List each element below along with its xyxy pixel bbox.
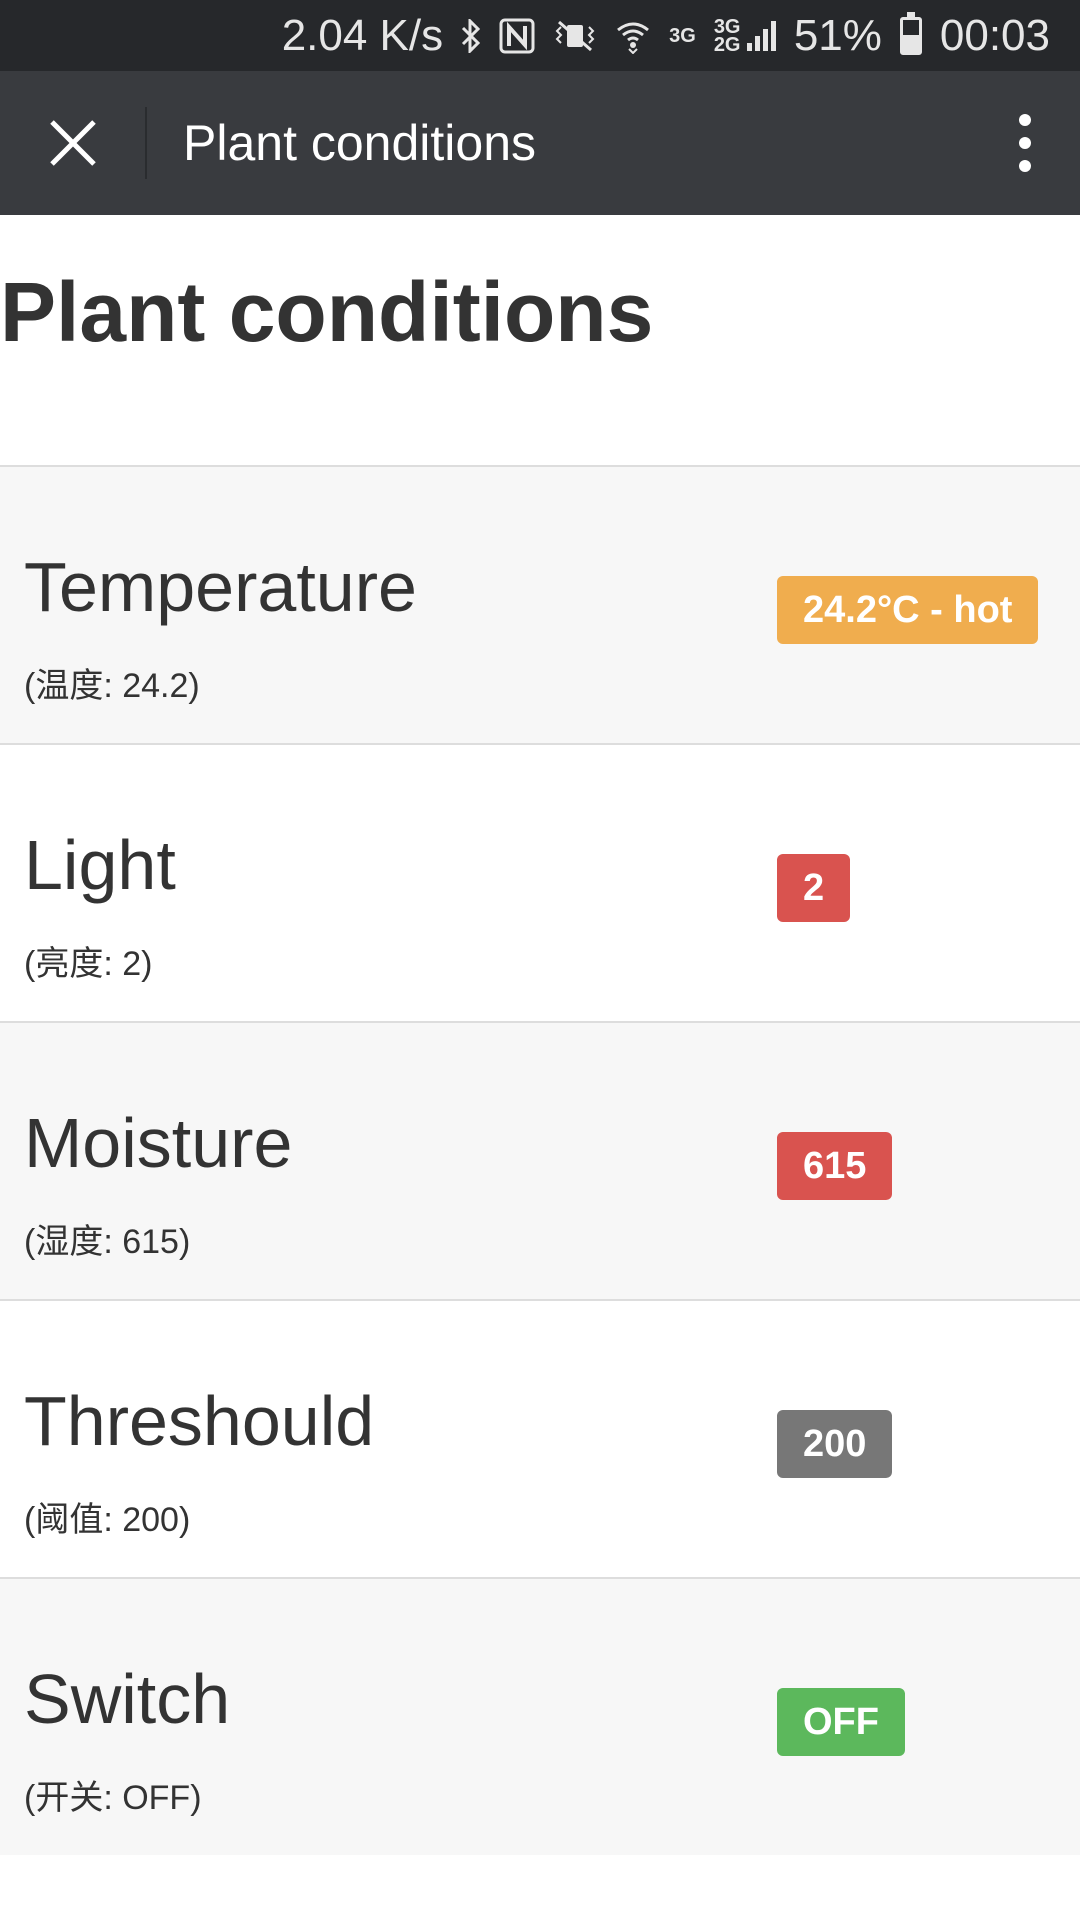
- condition-row-threshold: Threshould (阈值: 200) 200: [0, 1299, 1080, 1577]
- status-bar: 2.04 K/s 3G 3G 2G 51% 00:03: [0, 0, 1080, 71]
- condition-row-switch: Switch (开关: OFF) OFF: [0, 1577, 1080, 1855]
- signal-icon: 3G 2G: [713, 15, 776, 56]
- more-options-button[interactable]: [970, 71, 1080, 215]
- condition-subtitle: (开关: OFF): [24, 1779, 202, 1817]
- battery-percent: 51%: [793, 10, 882, 60]
- condition-subtitle: (温度: 24.2): [24, 667, 200, 705]
- page-title: Plant conditions: [0, 265, 654, 359]
- status-badge: 24.2°C - hot: [777, 576, 1039, 644]
- mute-vibrate-icon: [553, 19, 597, 53]
- condition-title: Threshould: [24, 1382, 375, 1460]
- conditions-list: Temperature (温度: 24.2) 24.2°C - hot Ligh…: [0, 465, 1080, 1855]
- network-type-mixed: 3G 2G: [713, 15, 741, 56]
- condition-title: Light: [24, 826, 176, 904]
- nfc-icon: [499, 18, 535, 54]
- condition-row-light: Light (亮度: 2) 2: [0, 743, 1080, 1021]
- condition-subtitle: (阈值: 200): [24, 1501, 191, 1539]
- app-bar: Plant conditions: [0, 71, 1080, 215]
- more-vert-icon: [1019, 114, 1031, 172]
- condition-title: Moisture: [24, 1104, 293, 1182]
- wifi-icon: [615, 18, 651, 54]
- status-badge: 615: [777, 1132, 893, 1200]
- network-type-3g: 3G: [669, 24, 696, 47]
- close-icon: [49, 120, 96, 166]
- condition-subtitle: (亮度: 2): [24, 945, 153, 983]
- battery-icon: [899, 11, 922, 55]
- app-bar-title: Plant conditions: [183, 115, 537, 171]
- clock: 00:03: [939, 10, 1050, 60]
- app-bar-divider: [145, 107, 147, 179]
- bluetooth-icon: [461, 18, 481, 53]
- condition-row-moisture: Moisture (湿度: 615) 615: [0, 1021, 1080, 1299]
- condition-row-temperature: Temperature (温度: 24.2) 24.2°C - hot: [0, 465, 1080, 743]
- condition-title: Temperature: [24, 548, 417, 626]
- close-button[interactable]: [0, 71, 145, 215]
- network-speed: 2.04 K/s: [281, 10, 444, 60]
- status-badge: 200: [777, 1410, 893, 1478]
- status-badge: OFF: [777, 1688, 905, 1756]
- condition-subtitle: (湿度: 615): [24, 1223, 191, 1261]
- condition-title: Switch: [24, 1660, 231, 1738]
- status-badge: 2: [777, 854, 851, 922]
